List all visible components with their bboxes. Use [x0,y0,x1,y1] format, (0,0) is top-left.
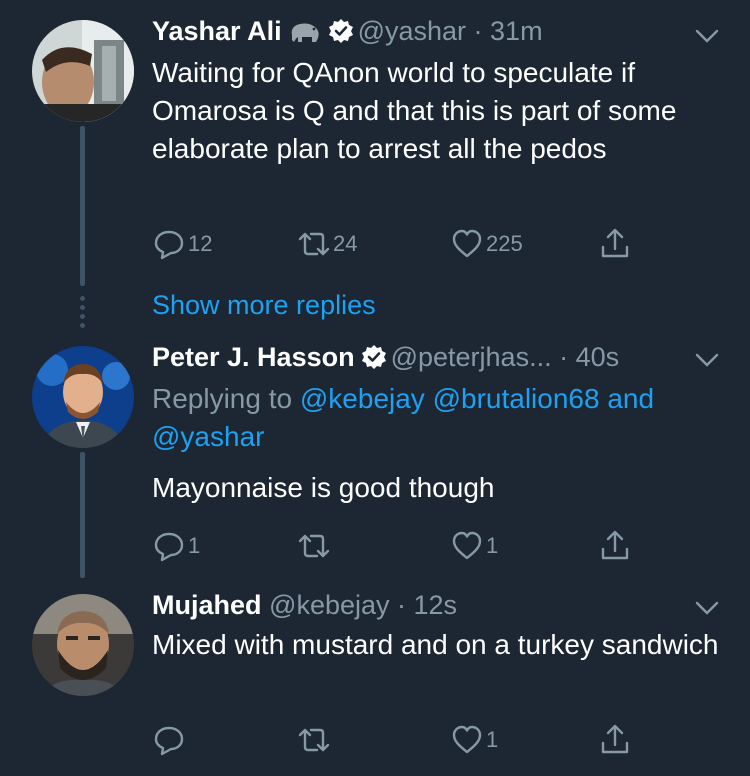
avatar-peter[interactable] [32,346,134,448]
tweet-actions: 1 1 [152,528,672,564]
like-count: 1 [486,533,499,558]
retweet-button[interactable] [297,722,333,758]
retweet-icon [298,232,330,256]
tweet-text: Mixed with mustard and on a turkey sandw… [152,629,719,660]
share-button[interactable] [598,528,632,564]
tweet-text: Mayonnaise is good though [152,472,495,503]
like-count: 225 [486,231,523,256]
retweet-icon [298,728,330,752]
thread-line [80,452,85,578]
tweet-peter[interactable]: Peter J. Hasson @peterjhas... · 40s Reply… [0,340,750,580]
share-icon [601,724,629,754]
mention-link[interactable]: @brutalion68 [433,383,600,414]
reply-button[interactable]: 12 [152,226,212,262]
avatar-mujahed[interactable] [32,594,134,696]
share-button[interactable] [598,226,632,262]
elephant-emoji-icon [291,23,319,42]
author-name[interactable]: Peter J. Hasson [152,342,355,372]
reply-count: 12 [188,231,213,256]
tweet-header: Mujahed @kebejay · 12s [152,588,710,622]
retweet-count: 24 [333,231,358,256]
reply-icon [154,532,184,562]
tweet-text: Waiting for QAnon world to speculate if … [152,57,677,164]
replying-to-label: Replying to [152,383,293,414]
show-more-replies-link[interactable]: Show more replies [152,290,376,321]
heart-icon [452,229,482,258]
tweet-actions: 12 24 225 [152,226,672,262]
heart-icon [452,531,482,560]
tweet-time[interactable]: 12s [414,590,458,620]
tweet-yashar[interactable]: Yashar Ali @yashar · 31m Waiting for QAno… [0,0,750,290]
like-button[interactable]: 1 [450,528,498,564]
retweet-button[interactable] [297,528,333,564]
replying-to: Replying to @kebejay @brutalion68 and @y… [152,380,720,456]
author-handle[interactable]: @peterjhas... [391,342,552,372]
mention-and: and [607,383,655,414]
mention-link[interactable]: @yashar [152,421,264,452]
chevron-down-icon[interactable] [694,598,720,618]
heart-icon [452,725,482,754]
tweet-header: Yashar Ali @yashar · 31m [152,14,710,48]
thread-gap-dots [80,296,85,332]
chevron-down-icon[interactable] [694,350,720,370]
retweet-icon [298,534,330,558]
retweet-button[interactable]: 24 [297,226,357,262]
share-icon [601,228,629,258]
verified-badge-icon [328,19,353,43]
tweet-actions: 1 [152,722,672,758]
tweet-mujahed[interactable]: Mujahed @kebejay · 12s Mixed with mustar… [0,588,750,776]
separator-dot: · [551,342,576,372]
reply-button[interactable]: 1 [152,528,200,564]
like-count: 1 [486,727,499,752]
author-handle[interactable]: @kebejay [269,590,389,620]
thread-line [80,126,85,286]
tweet-time[interactable]: 40s [576,342,620,372]
reply-icon [154,726,184,756]
chevron-down-icon[interactable] [694,26,720,46]
mention-link[interactable]: @kebejay [300,383,425,414]
share-button[interactable] [598,722,632,758]
reply-button[interactable] [152,722,188,758]
author-name[interactable]: Mujahed [152,590,262,620]
reply-count: 1 [188,533,201,558]
avatar-yashar[interactable] [32,20,134,122]
share-icon [601,530,629,560]
verified-badge-icon [361,345,386,369]
tweet-time[interactable]: 31m [490,16,543,46]
reply-icon [154,230,184,260]
tweet-header: Peter J. Hasson @peterjhas... · 40s [152,340,710,374]
like-button[interactable]: 1 [450,722,498,758]
author-handle[interactable]: @yashar [358,16,466,46]
author-name[interactable]: Yashar Ali [152,16,282,46]
separator-dot: · [466,16,491,46]
separator-dot: · [389,590,414,620]
like-button[interactable]: 225 [450,226,523,262]
